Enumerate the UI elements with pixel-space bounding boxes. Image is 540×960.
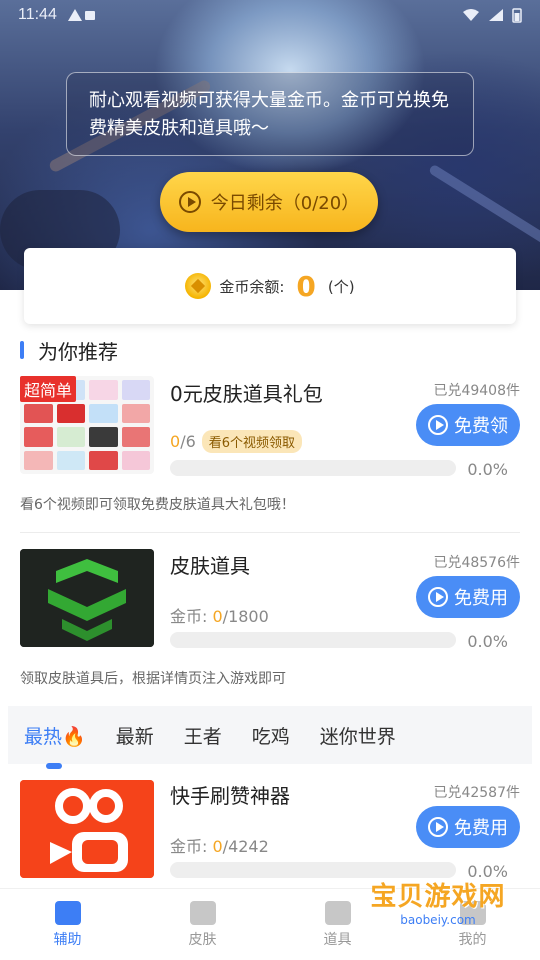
- shirt-icon: [189, 900, 216, 925]
- play-icon: [428, 587, 448, 607]
- watch-videos-tag: 看6个视频领取: [201, 430, 303, 453]
- signal-icon: [489, 9, 503, 21]
- redeemed-count: 已兑49408件: [433, 383, 520, 399]
- item-description: 领取皮肤道具后，根据详情页注入游戏即可: [20, 671, 286, 687]
- progress-done: 0: [170, 432, 181, 451]
- coin-progress: 金币: 0/4242: [170, 833, 269, 857]
- progress-bar: [170, 632, 456, 648]
- nav-label: 道具: [323, 931, 352, 948]
- progress-bar: [170, 862, 456, 878]
- item-title: 快手刷赞神器: [170, 784, 290, 808]
- free-claim-button[interactable]: 免费领: [416, 404, 520, 446]
- free-claim-label: 免费领: [454, 416, 508, 437]
- nav-label: 我的: [458, 931, 487, 948]
- section-title: 为你推荐: [20, 336, 118, 364]
- tab-label: 最热: [24, 725, 63, 748]
- tab-hottest[interactable]: 最热🔥: [24, 722, 86, 769]
- status-bar: 11:44: [0, 0, 540, 30]
- play-icon: [428, 415, 448, 435]
- coin-balance-card: 金币余额: 0 (个): [24, 248, 516, 324]
- redeemed-count: 已兑42587件: [433, 785, 520, 801]
- chevron-logo-icon: [20, 549, 154, 647]
- free-use-button[interactable]: 免费用: [416, 576, 520, 618]
- progress-label: 金币:: [170, 607, 213, 626]
- video-progress: 0/6 看6个视频领取: [170, 430, 303, 453]
- coin-balance-unit: (个): [327, 277, 355, 296]
- tab-newest[interactable]: 最新: [116, 722, 154, 749]
- status-time: 11:44: [18, 6, 57, 23]
- progress-bar: [170, 460, 456, 476]
- tab-honor-of-kings[interactable]: 王者: [184, 722, 222, 749]
- free-use-label: 免费用: [454, 818, 508, 839]
- divider: [20, 532, 520, 533]
- progress-total: /1800: [222, 607, 269, 626]
- progress-total: /4242: [222, 837, 269, 856]
- free-use-button[interactable]: 免费用: [416, 806, 520, 848]
- category-tabs: 最热🔥 最新 王者 吃鸡 迷你世界: [8, 706, 532, 769]
- list-item[interactable]: 超简单 0元皮肤道具礼包 已兑49408件 免费领 0/6 看6个视频领取 0.…: [0, 376, 540, 526]
- notification-icon: [84, 11, 95, 20]
- free-use-label: 免费用: [454, 588, 508, 609]
- kuaishou-thumbnail: [20, 780, 154, 878]
- auxiliary-icon: [54, 900, 81, 925]
- coin-icon: [185, 273, 212, 299]
- wifi-icon: [463, 9, 479, 21]
- nav-auxiliary[interactable]: 辅助: [0, 889, 135, 960]
- list-item[interactable]: 快手刷赞神器 已兑42587件 免费用 金币: 0/4242 0.0%: [0, 778, 540, 886]
- progress-label: 金币:: [170, 837, 213, 856]
- coin-balance-value: 0: [296, 269, 316, 303]
- hero-art-streak: [427, 163, 540, 247]
- play-icon: [428, 817, 448, 837]
- list-item[interactable]: 皮肤道具 已兑48576件 免费用 金币: 0/1800 0.0% 领取皮肤道具…: [0, 548, 540, 698]
- video-tip-text: 耐心观看视频可获得大量金币。金币可兑换免费精美皮肤和道具哦～: [89, 90, 449, 139]
- nav-profile[interactable]: 我的: [405, 889, 540, 960]
- today-remaining-label: 今日剩余（0/20）: [210, 193, 360, 214]
- nav-items[interactable]: 道具: [270, 889, 405, 960]
- skin-item-thumbnail: [20, 549, 154, 647]
- section-title-text: 为你推荐: [38, 339, 118, 364]
- item-title: 皮肤道具: [170, 554, 250, 578]
- coin-balance-label: 金币余额:: [219, 277, 285, 296]
- nav-skins[interactable]: 皮肤: [135, 889, 270, 960]
- nav-label: 皮肤: [188, 931, 217, 948]
- tab-mini-world[interactable]: 迷你世界: [320, 722, 396, 749]
- redeemed-count: 已兑48576件: [433, 555, 520, 571]
- nav-label: 辅助: [53, 931, 82, 948]
- play-icon: [178, 191, 201, 213]
- progress-percent: 0.0%: [467, 632, 508, 651]
- bottom-navigation: 辅助 皮肤 道具 我的: [0, 888, 540, 960]
- warning-icon: [67, 9, 82, 21]
- box-icon: [324, 900, 351, 925]
- fire-icon: 🔥: [62, 725, 86, 748]
- progress-percent: 0.0%: [467, 460, 508, 479]
- progress-done: 0: [212, 607, 223, 626]
- progress-total: /6: [180, 432, 196, 451]
- item-title: 0元皮肤道具礼包: [170, 382, 323, 406]
- item-description: 看6个视频即可领取免费皮肤道具大礼包哦！: [20, 497, 295, 513]
- easy-badge: 超简单: [20, 376, 77, 402]
- watch-video-button[interactable]: 今日剩余（0/20）: [160, 172, 378, 232]
- battery-icon: [512, 8, 522, 23]
- coin-progress: 金币: 0/1800: [170, 603, 269, 627]
- progress-percent: 0.0%: [467, 862, 508, 881]
- progress-done: 0: [212, 837, 223, 856]
- tab-pubg[interactable]: 吃鸡: [252, 722, 290, 749]
- profile-icon: [459, 900, 486, 925]
- section-marker: [20, 341, 24, 359]
- kuaishou-logo-icon: [20, 780, 154, 878]
- video-tip-box: 耐心观看视频可获得大量金币。金币可兑换免费精美皮肤和道具哦～: [66, 72, 474, 156]
